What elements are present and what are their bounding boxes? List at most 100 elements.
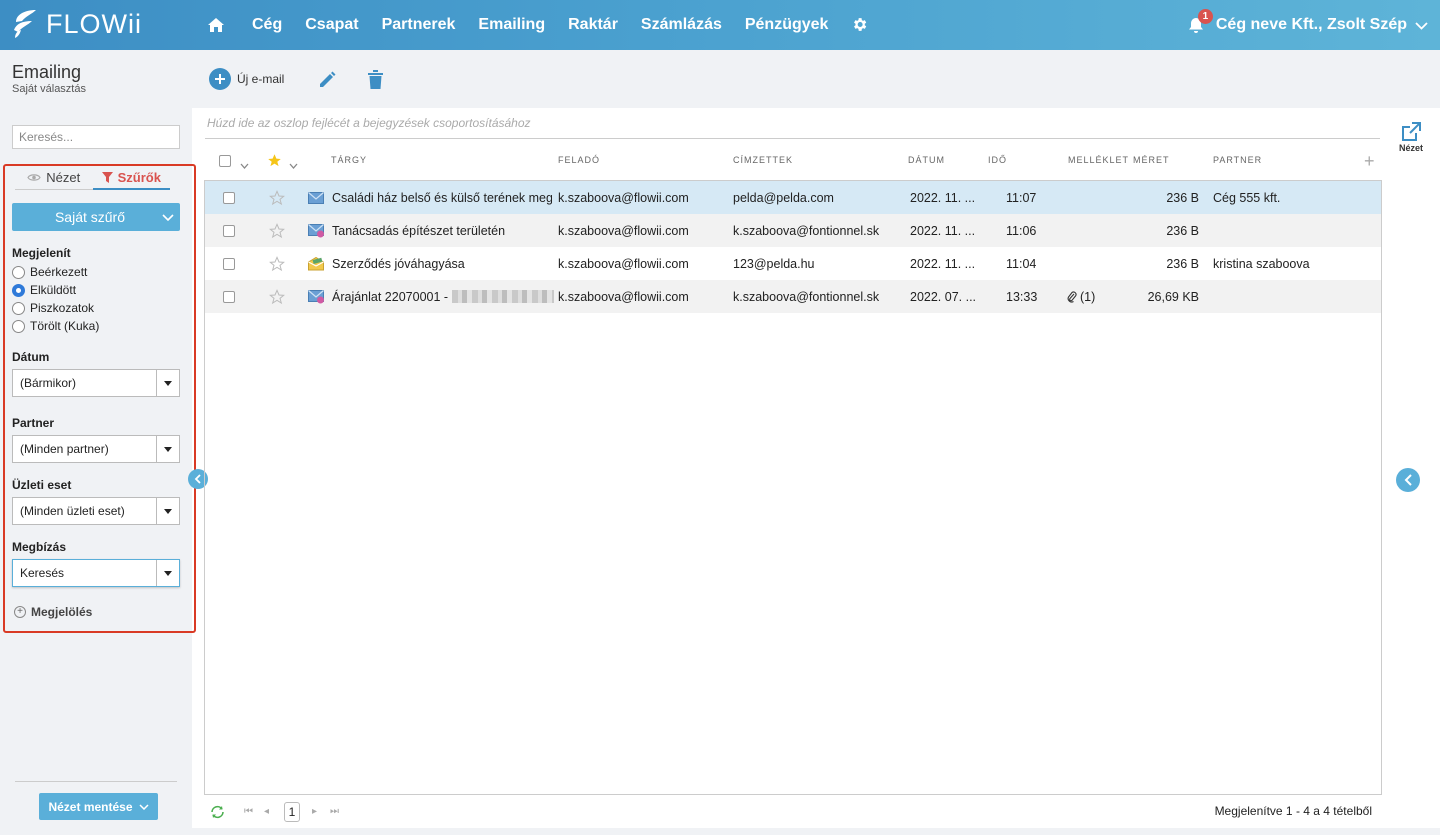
row-checkbox[interactable]: [223, 191, 235, 204]
column-header-subject[interactable]: TÁRGY: [331, 155, 367, 165]
row-sender: k.szaboova@flowii.com: [558, 256, 689, 271]
nav-item-raktar[interactable]: Raktár: [568, 16, 618, 34]
dropdown-arrow-icon[interactable]: [156, 436, 179, 462]
row-sender: k.szaboova@flowii.com: [558, 223, 689, 238]
table-row[interactable]: Családi ház belső és külső terének megte…: [205, 181, 1381, 214]
add-column-icon[interactable]: +: [1364, 152, 1375, 170]
assignment-select-value: Keresés: [20, 566, 65, 580]
row-checkbox[interactable]: [223, 290, 235, 303]
column-header-size[interactable]: MÉRET: [1133, 155, 1170, 165]
row-time: 11:06: [1006, 223, 1037, 238]
column-header-partner[interactable]: PARTNER: [1213, 155, 1262, 165]
row-checkbox[interactable]: [223, 224, 235, 237]
marking-toggle[interactable]: + Megjelölés: [14, 605, 92, 619]
tab-view-label: Nézet: [46, 170, 81, 185]
radio-button-checked[interactable]: [12, 283, 25, 297]
row-size: 26,69 KB: [1147, 289, 1199, 304]
pager-info: Megjelenítve 1 - 4 a 4 tételből: [1214, 804, 1372, 818]
row-recipients: k.szaboova@fontionnel.sk: [733, 289, 880, 304]
bottom-strip: [192, 828, 1440, 835]
next-page-icon[interactable]: ▸: [312, 806, 317, 817]
nav-item-csapat[interactable]: Csapat: [305, 16, 358, 34]
new-email-label: Új e-mail: [237, 72, 285, 86]
new-email-button[interactable]: Új e-mail: [209, 68, 284, 90]
dropdown-arrow-icon[interactable]: [156, 560, 179, 586]
nav-item-emailing[interactable]: Emailing: [478, 16, 545, 34]
display-section-label: Megjelenít: [12, 246, 71, 260]
nav-item-partnerek[interactable]: Partnerek: [382, 16, 456, 34]
group-by-hint[interactable]: Húzd ide az oszlop fejlécét a bejegyzése…: [205, 116, 1380, 139]
pager: ⏮ ◂ 1 ▸ ⏭ Megjelenítve 1 - 4 a 4 tételbő…: [204, 796, 1382, 828]
nav-item-penzugyek[interactable]: Pénzügyek: [745, 16, 829, 34]
assignment-label: Megbízás: [12, 540, 67, 554]
business-case-select[interactable]: (Minden üzleti eset): [12, 497, 180, 525]
star-filled-icon[interactable]: [267, 153, 282, 171]
save-view-button[interactable]: Nézet mentése: [39, 793, 158, 820]
dropdown-arrow-icon[interactable]: [156, 370, 179, 396]
account-name[interactable]: Cég neve Kft., Zsolt Szép: [1216, 16, 1407, 34]
row-attachment[interactable]: (1): [1067, 280, 1095, 313]
logo[interactable]: FLOWii: [12, 8, 142, 40]
open-view-button[interactable]: Nézet: [1396, 122, 1426, 153]
column-header-time[interactable]: IDŐ: [988, 155, 1007, 165]
chevron-down-icon[interactable]: [289, 157, 298, 172]
current-page[interactable]: 1: [284, 802, 300, 822]
table-row[interactable]: Tanácsadás építészet területén k.szaboov…: [205, 214, 1381, 247]
collapse-right-panel-button[interactable]: [1396, 468, 1420, 492]
dropdown-arrow-icon[interactable]: [156, 498, 179, 524]
table-row[interactable]: Árajánlat 22070001 - k.szaboova@flowii.c…: [205, 280, 1381, 313]
flowii-logo-icon: [12, 8, 42, 40]
tab-view[interactable]: Nézet: [15, 166, 93, 190]
radio-button[interactable]: [12, 265, 25, 279]
select-all-checkbox[interactable]: [219, 155, 231, 167]
logo-text: FLOWii: [46, 8, 142, 39]
date-select[interactable]: (Bármikor): [12, 369, 180, 397]
column-header-date[interactable]: DÁTUM: [908, 155, 945, 165]
radio-deleted[interactable]: Törölt (Kuka): [12, 319, 99, 333]
trash-icon[interactable]: [367, 69, 384, 93]
radio-drafts[interactable]: Piszkozatok: [12, 301, 94, 315]
pencil-icon[interactable]: [317, 70, 337, 93]
row-checkbox[interactable]: [223, 257, 235, 270]
chevron-down-icon[interactable]: [240, 157, 249, 172]
column-header-sender[interactable]: FELADÓ: [558, 155, 600, 165]
star-icon[interactable]: [269, 247, 285, 280]
star-icon[interactable]: [269, 181, 285, 214]
chevron-down-icon[interactable]: [156, 213, 180, 221]
nav-item-ceg[interactable]: Cég: [252, 16, 282, 34]
envelope-open-icon: [308, 247, 325, 280]
radio-button[interactable]: [12, 319, 25, 333]
assignment-select[interactable]: Keresés: [12, 559, 180, 587]
tab-filters[interactable]: Szűrők: [92, 166, 170, 190]
table-row[interactable]: Szerződés jóváhagyása k.szaboova@flowii.…: [205, 247, 1381, 280]
chevron-down-icon: [138, 803, 149, 810]
row-sender: k.szaboova@flowii.com: [558, 289, 689, 304]
chevron-down-icon[interactable]: [1415, 18, 1428, 33]
tab-filters-label: Szűrők: [117, 169, 161, 185]
bell-icon[interactable]: 1: [1188, 9, 1213, 34]
paperclip-icon: [1067, 290, 1077, 303]
last-page-icon[interactable]: ⏭: [330, 806, 339, 817]
nav-item-szamlazas[interactable]: Számlázás: [641, 16, 722, 34]
row-sender: k.szaboova@flowii.com: [558, 190, 689, 205]
star-icon[interactable]: [269, 280, 285, 313]
partner-select[interactable]: (Minden partner): [12, 435, 180, 463]
radio-sent[interactable]: Elküldött: [12, 283, 76, 297]
row-subject-cell: Árajánlat 22070001 -: [332, 280, 554, 313]
home-icon[interactable]: [206, 15, 226, 35]
prev-page-icon[interactable]: ◂: [264, 806, 269, 817]
row-date: 2022. 11. ...: [910, 256, 976, 271]
refresh-icon[interactable]: [210, 805, 225, 822]
radio-button[interactable]: [12, 301, 25, 315]
account-menu[interactable]: 1 Cég neve Kft., Zsolt Szép: [1188, 0, 1428, 50]
star-icon[interactable]: [269, 214, 285, 247]
column-header-attachment[interactable]: MELLÉKLET: [1068, 155, 1129, 165]
first-page-icon[interactable]: ⏮: [244, 806, 253, 817]
chevron-left-icon: [1404, 474, 1412, 486]
search-input[interactable]: [12, 125, 180, 149]
column-header-recipients[interactable]: CÍMZETTEK: [733, 155, 793, 165]
radio-inbox[interactable]: Beérkezett: [12, 265, 87, 279]
gear-icon[interactable]: [851, 16, 869, 34]
row-time: 13:33: [1006, 289, 1038, 304]
own-filter-button[interactable]: Saját szűrő: [12, 203, 180, 231]
